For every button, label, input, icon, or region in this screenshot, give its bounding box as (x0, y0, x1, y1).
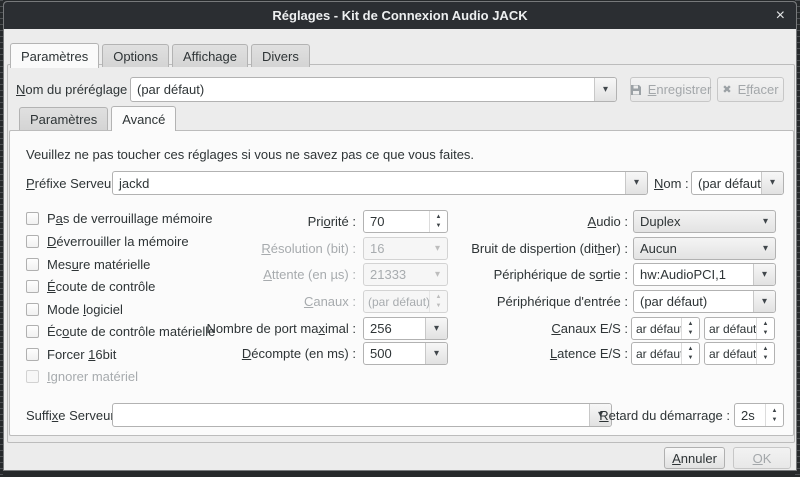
out-channels-spinbox[interactable]: ar défaut) ▲▼ (704, 317, 775, 340)
checkbox-icon (26, 258, 39, 271)
cancel-button[interactable]: Annuler (664, 447, 725, 469)
dither-label: Bruit de dispertion (dither) : (431, 237, 628, 260)
warning-text: Veuillez ne pas toucher ces réglages si … (26, 144, 474, 164)
spin-up-icon[interactable]: ▲ (763, 346, 769, 352)
tab-inner-avance[interactable]: Avancé (111, 106, 176, 131)
chevron-down-icon: ▾ (756, 217, 775, 227)
spin-down-icon[interactable]: ▼ (763, 355, 769, 361)
ok-button: OK (733, 447, 791, 469)
server-suffix-label: Suffixe Serveur : (26, 403, 122, 427)
checkbox-icon (26, 235, 39, 248)
clear-preset-button: ✖ Effacer (717, 77, 784, 102)
dialog-content: Paramètres Options Affichage Divers Nom … (5, 30, 795, 469)
preset-name-label: Nom du préréglage : (16, 77, 135, 102)
spin-up-icon[interactable]: ▲ (688, 321, 694, 327)
start-delay-label: Retard du démarrage : (617, 403, 730, 427)
spin-down-icon[interactable]: ▼ (688, 330, 694, 336)
input-device-combo[interactable]: (par défaut) ▾ (633, 290, 776, 313)
chevron-down-icon[interactable]: ▾ (753, 264, 775, 285)
spin-up-icon[interactable]: ▲ (688, 346, 694, 352)
tab-parametres[interactable]: Paramètres (10, 43, 99, 68)
tab-affichage[interactable]: Affichage (172, 44, 248, 67)
spin-up-icon[interactable]: ▲ (772, 408, 778, 414)
save-icon (630, 84, 642, 96)
checkbox-icon (26, 370, 39, 383)
dither-combo[interactable]: Aucun ▾ (633, 237, 776, 260)
server-prefix-combo[interactable]: jackd ▾ (112, 171, 648, 195)
checkbox-icon (26, 303, 39, 316)
spin-down-icon[interactable]: ▼ (688, 355, 694, 361)
save-preset-button: Enregistrer (630, 77, 711, 102)
wait-label: Attente (en µs) : (101, 263, 356, 286)
priority-label: Priorité : (101, 210, 356, 233)
output-device-label: Périphérique de sortie : (431, 263, 628, 286)
io-channels-label: Canaux E/S : (431, 317, 628, 340)
titlebar[interactable]: Réglages - Kit de Connexion Audio JACK × (4, 2, 796, 29)
output-device-combo[interactable]: hw:AudioPCI,1 ▾ (633, 263, 776, 286)
in-latency-spinbox[interactable]: ar défaut) ▲▼ (631, 342, 700, 365)
channels-label: Canaux : (101, 290, 356, 313)
start-delay-spinbox[interactable]: 2s ▲▼ (734, 403, 784, 427)
input-device-label: Périphérique d'entrée : (431, 290, 628, 313)
close-icon[interactable]: × (776, 2, 785, 29)
settings-dialog-window: Réglages - Kit de Connexion Audio JACK ×… (3, 1, 797, 471)
inner-tab-bar: Paramètres Avancé (19, 106, 179, 130)
io-latency-label: Latence E/S : (431, 342, 628, 365)
window-title: Réglages - Kit de Connexion Audio JACK (272, 8, 527, 23)
server-name-combo[interactable]: (par défaut) ▾ (691, 171, 784, 195)
chevron-down-icon[interactable]: ▾ (753, 291, 775, 312)
tab-divers[interactable]: Divers (251, 44, 310, 67)
checkbox-icon (26, 325, 39, 338)
server-suffix-combo[interactable]: ▾ (112, 403, 612, 427)
checkbox-icon (26, 212, 39, 225)
clear-icon: ✖ (722, 83, 731, 96)
checkbox-icon (26, 280, 39, 293)
chevron-down-icon: ▾ (756, 244, 775, 254)
checkbox-ignore-hw: Ignorer matériel (26, 365, 138, 387)
timeout-label: Décompte (en ms) : (101, 342, 356, 365)
resolution-label: Résolution (bit) : (101, 237, 356, 260)
spin-down-icon[interactable]: ▼ (772, 417, 778, 423)
server-prefix-label: Préfixe Serveur : (26, 171, 123, 195)
chevron-down-icon[interactable]: ▾ (625, 172, 647, 194)
out-latency-spinbox[interactable]: ar défaut) ▲▼ (704, 342, 775, 365)
chevron-down-icon[interactable]: ▾ (761, 172, 783, 194)
checkbox-icon (26, 348, 39, 361)
spin-down-icon[interactable]: ▼ (763, 330, 769, 336)
audio-label: Audio : (431, 210, 628, 233)
tab-options[interactable]: Options (102, 44, 169, 67)
in-channels-spinbox[interactable]: ar défaut) ▲▼ (631, 317, 700, 340)
preset-name-combo[interactable]: (par défaut) ▾ (130, 77, 617, 102)
server-name-label: Nom : (654, 171, 689, 195)
outer-tab-bar: Paramètres Options Affichage Divers (10, 43, 313, 67)
max-ports-label: Nombre de port maximal : (101, 317, 356, 340)
tab-inner-parametres[interactable]: Paramètres (19, 107, 108, 130)
spin-up-icon[interactable]: ▲ (763, 321, 769, 327)
audio-combo[interactable]: Duplex ▾ (633, 210, 776, 233)
chevron-down-icon[interactable]: ▾ (594, 78, 616, 101)
